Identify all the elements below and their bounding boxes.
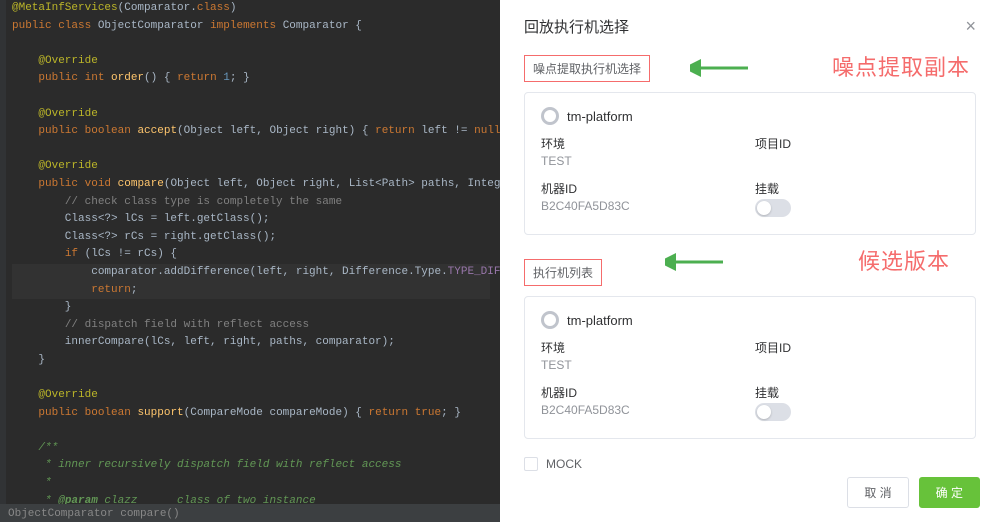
code-line[interactable]: return; [12, 282, 490, 300]
code-line[interactable]: public boolean accept(Object left, Objec… [12, 123, 490, 141]
code-line[interactable]: Class<?> lCs = left.getClass(); [12, 211, 490, 229]
env-value: TEST [541, 358, 745, 372]
code-line[interactable]: * inner recursively dispatch field with … [12, 457, 490, 475]
code-line[interactable]: comparator.addDifference(left, right, Di… [12, 264, 490, 282]
code-line[interactable]: @Override [12, 387, 490, 405]
code-line[interactable] [12, 141, 490, 159]
editor-breadcrumb[interactable]: ObjectComparator compare() [0, 504, 500, 522]
code-line[interactable]: @MetaInfServices(Comparator.class) [12, 0, 490, 18]
code-line[interactable]: } [12, 352, 490, 370]
machine-id-label: 机器ID [541, 180, 745, 197]
editor-gutter [0, 0, 6, 522]
platform-avatar-icon [541, 311, 559, 329]
platform-avatar-icon [541, 107, 559, 125]
noise-extract-section-label: 噪点提取执行机选择 [524, 55, 650, 82]
code-line[interactable] [12, 369, 490, 387]
close-icon[interactable]: × [965, 16, 976, 37]
code-line[interactable]: public int order() { return 1; } [12, 70, 490, 88]
annotation-candidate: 候选版本 [858, 244, 950, 276]
executor-machine-card: tm-platform 环境 TEST 项目ID 机器ID B2C40FA5D8… [524, 296, 976, 439]
dialog-title: 回放执行机选择 [524, 16, 629, 37]
arrow-icon [665, 252, 725, 272]
card-title: tm-platform [567, 313, 633, 328]
code-line[interactable]: Class<?> rCs = right.getClass(); [12, 229, 490, 247]
project-id-label: 项目ID [755, 339, 959, 356]
code-line[interactable]: public class ObjectComparator implements… [12, 18, 490, 36]
machine-id-label: 机器ID [541, 384, 745, 401]
code-line[interactable]: public void compare(Object left, Object … [12, 176, 490, 194]
code-line[interactable]: * [12, 475, 490, 493]
project-id-label: 项目ID [755, 135, 959, 152]
env-label: 环境 [541, 339, 745, 356]
code-line[interactable] [12, 35, 490, 53]
code-line[interactable]: public boolean support(CompareMode compa… [12, 405, 490, 423]
mount-label: 挂载 [755, 180, 959, 197]
code-line[interactable]: if (lCs != rCs) { [12, 246, 490, 264]
code-line[interactable]: @Override [12, 158, 490, 176]
code-line[interactable] [12, 422, 490, 440]
env-value: TEST [541, 154, 745, 168]
arrow-icon [690, 58, 750, 78]
mock-label: MOCK [546, 457, 582, 471]
mock-checkbox[interactable] [524, 457, 538, 471]
mock-checkbox-row[interactable]: MOCK [524, 457, 976, 471]
mount-toggle[interactable] [755, 403, 791, 421]
mount-toggle[interactable] [755, 199, 791, 217]
confirm-button[interactable]: 确 定 [919, 477, 980, 508]
code-line[interactable]: /** [12, 440, 490, 458]
annotation-noise-copy: 噪点提取副本 [832, 50, 970, 82]
mount-label: 挂载 [755, 384, 959, 401]
noise-machine-card: tm-platform 环境 TEST 项目ID 机器ID B2C40FA5D8… [524, 92, 976, 235]
machine-select-dialog: 回放执行机选择 × 噪点提取执行机选择 tm-platform 环境 TEST … [500, 0, 1000, 522]
code-line[interactable]: // check class type is completely the sa… [12, 194, 490, 212]
machine-id-value: B2C40FA5D83C [541, 403, 745, 417]
executor-list-section-label: 执行机列表 [524, 259, 602, 286]
code-line[interactable]: // dispatch field with reflect access [12, 317, 490, 335]
card-title: tm-platform [567, 109, 633, 124]
code-line[interactable] [12, 88, 490, 106]
env-label: 环境 [541, 135, 745, 152]
cancel-button[interactable]: 取 消 [847, 477, 908, 508]
code-area[interactable]: @MetaInfServices(Comparator.class)public… [0, 0, 500, 522]
code-line[interactable]: @Override [12, 106, 490, 124]
machine-id-value: B2C40FA5D83C [541, 199, 745, 213]
code-line[interactable]: innerCompare(lCs, left, right, paths, co… [12, 334, 490, 352]
code-editor[interactable]: @MetaInfServices(Comparator.class)public… [0, 0, 500, 522]
code-line[interactable]: } [12, 299, 490, 317]
code-line[interactable]: @Override [12, 53, 490, 71]
